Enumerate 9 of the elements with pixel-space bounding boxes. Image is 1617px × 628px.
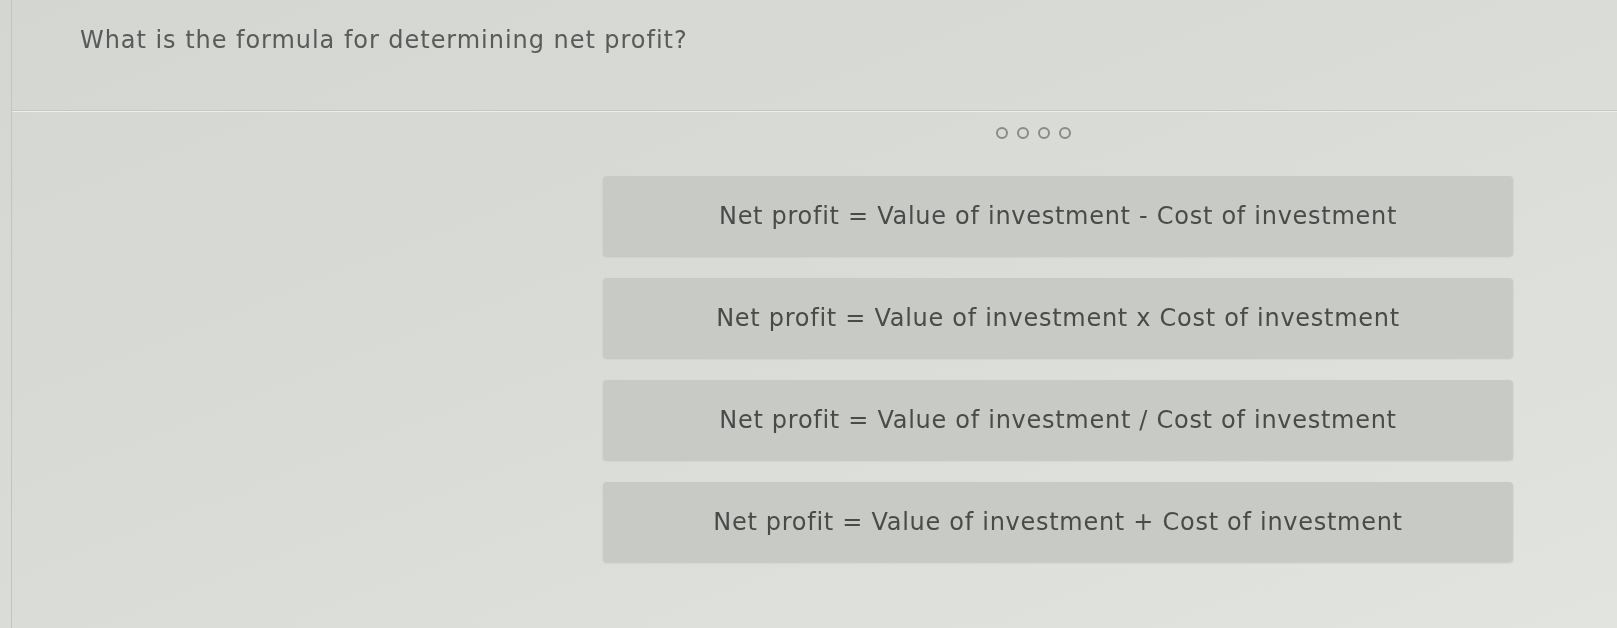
answer-option[interactable]: Net profit = Value of investment / Cost of investment [603, 380, 1513, 460]
ring-icon [995, 127, 1008, 139]
ring-icon [1016, 127, 1029, 139]
answer-option[interactable]: Net profit = Value of investment - Cost of investment [603, 176, 1513, 256]
question-text: What is the formula for determining net profit? [80, 26, 688, 54]
answer-option[interactable]: Net profit = Value of investment + Cost of investment [603, 482, 1513, 562]
ring-icon [1037, 127, 1050, 139]
answer-option[interactable]: Net profit = Value of investment x Cost of investment [603, 278, 1513, 358]
ring-icon [1058, 127, 1071, 139]
